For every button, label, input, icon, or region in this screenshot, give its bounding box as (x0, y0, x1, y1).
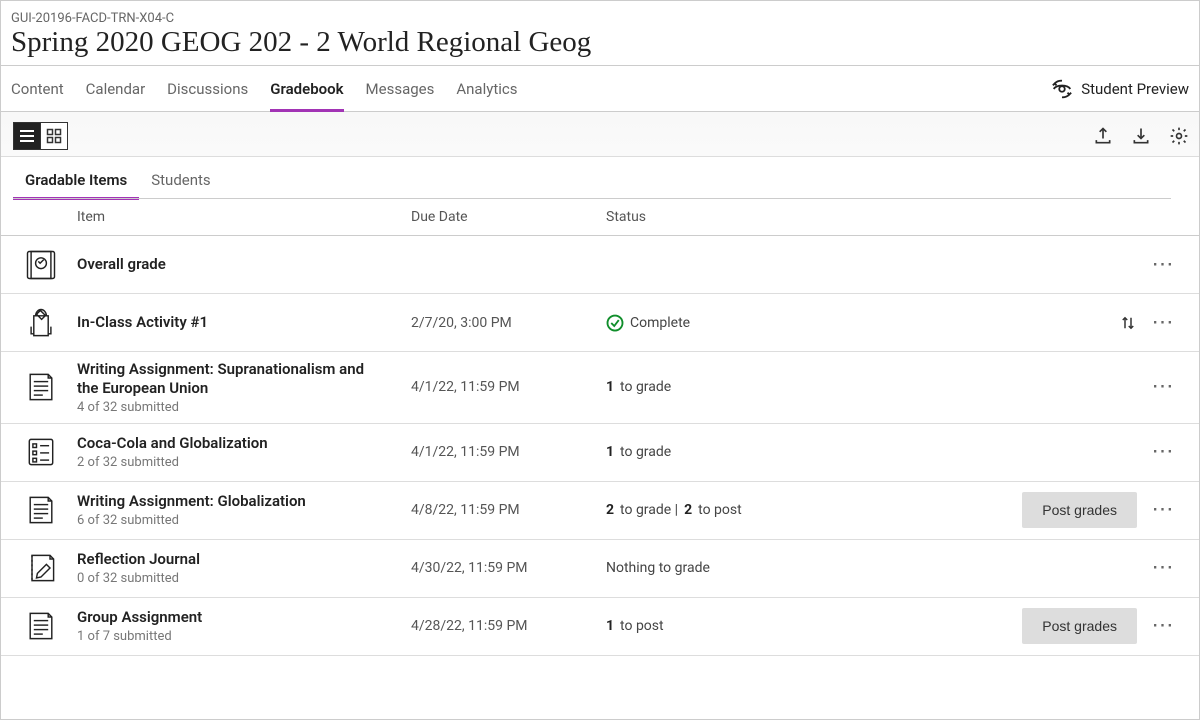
gradebook-row[interactable]: Coca-Cola and Globalization 2 of 32 submi… (1, 424, 1199, 482)
check-circle-icon (606, 314, 624, 332)
gradebook-toolbar (1, 112, 1199, 157)
student-preview-button[interactable]: Student Preview (1051, 78, 1189, 100)
journal-icon (23, 550, 77, 586)
gradebook-row[interactable]: Group Assignment 1 of 7 submitted 4/28/22,… (1, 598, 1199, 656)
item-subtext: 2 of 32 submitted (77, 455, 381, 470)
row-menu-icon[interactable]: ⋯ (1151, 447, 1175, 457)
view-list-button[interactable] (13, 122, 41, 150)
status-cell: Nothing to grade (606, 560, 886, 576)
status-cell: 1 to grade (606, 379, 886, 395)
backpack-icon (23, 305, 77, 341)
status-cell: 1 to grade (606, 444, 886, 460)
nav-tab-calendar[interactable]: Calendar (86, 66, 146, 111)
due-date: 2/7/20, 3:00 PM (411, 315, 606, 331)
upload-icon[interactable] (1093, 126, 1113, 146)
nav-tab-messages[interactable]: Messages (366, 66, 435, 111)
course-title: Spring 2020 GEOG 202 - 2 World Regional … (11, 26, 1189, 59)
course-id: GUI-20196-FACD-TRN-X04-C (11, 11, 1189, 26)
sort-icon[interactable] (1119, 314, 1137, 332)
item-subtext: 4 of 32 submitted (77, 400, 381, 415)
row-menu-icon[interactable]: ⋯ (1151, 260, 1175, 270)
badge-icon (23, 247, 77, 283)
student-preview-label: Student Preview (1081, 80, 1189, 98)
col-status: Status (606, 209, 1175, 225)
item-subtext: 1 of 7 submitted (77, 629, 381, 644)
preview-icon (1051, 78, 1073, 100)
doc-icon (23, 369, 77, 405)
item-title: Writing Assignment: Supranationalism and… (77, 360, 381, 398)
col-due: Due Date (411, 209, 606, 225)
subtab-students[interactable]: Students (151, 171, 210, 199)
due-date: 4/8/22, 11:59 PM (411, 502, 606, 518)
post-grades-button[interactable]: Post grades (1022, 608, 1137, 644)
subtab-gradable-items[interactable]: Gradable Items (25, 171, 127, 199)
status-cell: Complete (606, 314, 886, 332)
gradebook-row[interactable]: Writing Assignment: Globalization 6 of 32… (1, 482, 1199, 540)
due-date: 4/1/22, 11:59 PM (411, 444, 606, 460)
item-subtext: 6 of 32 submitted (77, 513, 381, 528)
due-date: 4/28/22, 11:59 PM (411, 618, 606, 634)
test-icon (23, 434, 77, 470)
col-item: Item (77, 209, 411, 225)
due-date: 4/30/22, 11:59 PM (411, 560, 606, 576)
item-title: In-Class Activity #1 (77, 313, 381, 332)
gear-icon[interactable] (1169, 126, 1189, 146)
row-menu-icon[interactable]: ⋯ (1151, 382, 1175, 392)
nav-tab-discussions[interactable]: Discussions (167, 66, 248, 111)
gradebook-row[interactable]: Writing Assignment: Supranationalism and… (1, 352, 1199, 424)
status-cell: 1 to post (606, 618, 886, 634)
item-title: Writing Assignment: Globalization (77, 492, 381, 511)
item-title: Overall grade (77, 255, 381, 274)
row-menu-icon[interactable]: ⋯ (1151, 318, 1175, 328)
gradebook-row[interactable]: In-Class Activity #1 2/7/20, 3:00 PMCompl… (1, 294, 1199, 352)
view-grid-button[interactable] (40, 122, 68, 150)
doc-icon (23, 492, 77, 528)
nav-tab-analytics[interactable]: Analytics (456, 66, 517, 111)
nav-tab-content[interactable]: Content (11, 66, 64, 111)
course-navbar: Content Calendar Discussions Gradebook Messa… (1, 66, 1199, 112)
nav-tab-gradebook[interactable]: Gradebook (270, 66, 343, 111)
row-menu-icon[interactable]: ⋯ (1151, 505, 1175, 515)
item-title: Group Assignment (77, 608, 381, 627)
row-menu-icon[interactable]: ⋯ (1151, 621, 1175, 631)
course-header: GUI-20196-FACD-TRN-X04-C Spring 2020 GEO… (1, 1, 1199, 66)
gradebook-row[interactable]: Reflection Journal 0 of 32 submitted 4/30/… (1, 540, 1199, 598)
doc-icon (23, 608, 77, 644)
gradebook-row[interactable]: Overall grade ⋯ (1, 236, 1199, 294)
due-date: 4/1/22, 11:59 PM (411, 379, 606, 395)
item-subtext: 0 of 32 submitted (77, 571, 381, 586)
post-grades-button[interactable]: Post grades (1022, 492, 1137, 528)
row-menu-icon[interactable]: ⋯ (1151, 563, 1175, 573)
item-title: Reflection Journal (77, 550, 381, 569)
item-title: Coca-Cola and Globalization (77, 434, 381, 453)
download-icon[interactable] (1131, 126, 1151, 146)
column-headers: Item Due Date Status (1, 199, 1199, 236)
status-cell: 2 to grade | 2 to post (606, 502, 886, 518)
